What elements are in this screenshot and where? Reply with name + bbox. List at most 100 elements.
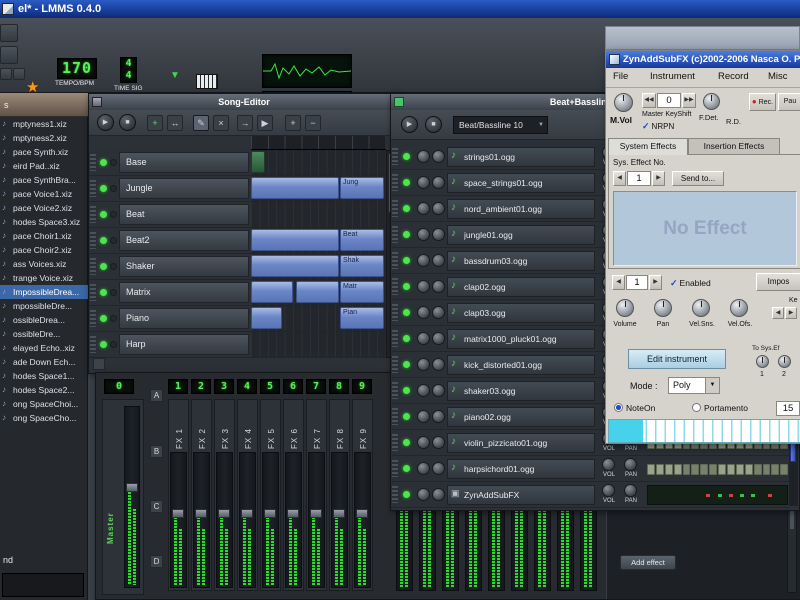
- solo-led[interactable]: [110, 211, 117, 218]
- list-item[interactable]: ♪pace Synth.xiz: [0, 145, 88, 159]
- track-knob[interactable]: [417, 254, 430, 267]
- portamento-radio[interactable]: Portamento: [692, 403, 748, 413]
- fader-handle[interactable]: [172, 509, 184, 518]
- beat-cell[interactable]: [709, 464, 717, 475]
- mode-select[interactable]: Poly ▼: [668, 377, 720, 394]
- channel-fader[interactable]: [262, 452, 279, 588]
- pause-button[interactable]: Pau: [778, 93, 800, 111]
- draw-mode-button[interactable]: ✎: [193, 115, 209, 131]
- list-item[interactable]: ♪pace SynthBra...: [0, 173, 88, 187]
- track-grip[interactable]: [90, 232, 96, 249]
- channel-fader[interactable]: [216, 452, 233, 588]
- track-timeline[interactable]: Shak: [251, 254, 386, 279]
- save-button[interactable]: [0, 68, 12, 80]
- mute-led[interactable]: [403, 335, 410, 342]
- mute-led[interactable]: [100, 289, 107, 296]
- channel-fader[interactable]: [170, 452, 187, 588]
- fader-handle[interactable]: [310, 509, 322, 518]
- master-volume-knob[interactable]: [614, 93, 633, 112]
- solo-led[interactable]: [110, 263, 117, 270]
- list-item[interactable]: ♪ong SpaceCho...: [0, 411, 88, 425]
- sys-send-2-knob[interactable]: [778, 355, 791, 368]
- keyshift-increment-icon[interactable]: ▶▶: [682, 93, 696, 108]
- instrument-name-button[interactable]: ♪violin_pizzicato01.ogg: [447, 433, 595, 453]
- beat-cell[interactable]: [656, 464, 664, 475]
- instrument-name-button[interactable]: ♪bassdrum03.ogg: [447, 251, 595, 271]
- track-knob[interactable]: [417, 202, 430, 215]
- pattern-segment[interactable]: [296, 281, 339, 303]
- track-knob[interactable]: [432, 332, 445, 345]
- list-item[interactable]: ♪mptyness2.xiz: [0, 131, 88, 145]
- export-button[interactable]: [13, 68, 25, 80]
- pattern-segment[interactable]: Pian: [340, 307, 384, 329]
- part-decrement-icon[interactable]: ◀: [612, 275, 625, 290]
- track-knob[interactable]: [432, 462, 445, 475]
- track-knob[interactable]: [417, 228, 430, 241]
- track-grip[interactable]: [392, 460, 398, 477]
- track-timeline[interactable]: Pian: [251, 306, 386, 331]
- track-knob[interactable]: [432, 202, 445, 215]
- track-grip[interactable]: [392, 304, 398, 321]
- track-knob[interactable]: [432, 436, 445, 449]
- track-grip[interactable]: [392, 200, 398, 217]
- track-timeline[interactable]: Beat: [251, 228, 386, 253]
- list-item[interactable]: ♪trange Voice.xiz: [0, 271, 88, 285]
- list-item[interactable]: ♪hodes Space3.xiz: [0, 215, 88, 229]
- menu-misc[interactable]: Misc: [768, 71, 788, 82]
- instrument-name-button[interactable]: ♪strings01.ogg: [447, 147, 595, 167]
- mute-led[interactable]: [100, 341, 107, 348]
- mute-led[interactable]: [403, 283, 410, 290]
- track-knob[interactable]: [432, 410, 445, 423]
- bank-button[interactable]: C: [150, 500, 163, 513]
- master-volume-knob[interactable]: ▼: [170, 70, 180, 81]
- list-item[interactable]: ♪ong SpaceChoi...: [0, 397, 88, 411]
- fx-channel[interactable]: 1FX 1: [168, 373, 190, 595]
- beat-cell[interactable]: [674, 464, 682, 475]
- record-button[interactable]: ● Rec.: [749, 93, 776, 111]
- beat-cell[interactable]: [780, 464, 788, 475]
- fader-handle[interactable]: [287, 509, 299, 518]
- fx-channel[interactable]: 9FX 9: [352, 373, 374, 595]
- pan-knob[interactable]: [624, 484, 637, 497]
- list-item[interactable]: ♪ImpossibleDrea...: [0, 285, 88, 299]
- noteon-radio[interactable]: NoteOn: [614, 403, 655, 413]
- track-name[interactable]: Jungle: [119, 178, 249, 199]
- fader-handle[interactable]: [333, 509, 345, 518]
- volume-knob[interactable]: [616, 299, 634, 317]
- mute-led[interactable]: [403, 361, 410, 368]
- mute-led[interactable]: [100, 263, 107, 270]
- sys-send-1-knob[interactable]: [756, 355, 769, 368]
- mute-led[interactable]: [403, 413, 410, 420]
- play-button[interactable]: ▶: [97, 114, 114, 131]
- drag-mode-button[interactable]: ↔: [167, 115, 183, 131]
- virtual-keyboard[interactable]: [608, 419, 800, 443]
- track-knob[interactable]: [432, 488, 445, 501]
- tab-insertion-effects[interactable]: Insertion Effects: [688, 138, 780, 155]
- fader-handle[interactable]: [195, 509, 207, 518]
- bank-button[interactable]: B: [150, 445, 163, 458]
- part-number[interactable]: 1: [626, 275, 648, 290]
- track-knob[interactable]: [432, 176, 445, 189]
- sidebar-footer-panel[interactable]: [2, 573, 84, 597]
- beat-cell[interactable]: [736, 464, 744, 475]
- mute-led[interactable]: [100, 159, 107, 166]
- beat-cell[interactable]: [718, 464, 726, 475]
- track-timeline[interactable]: [251, 202, 386, 227]
- track-knob[interactable]: [432, 306, 445, 319]
- volume-knob[interactable]: [602, 484, 615, 497]
- instrument-name-button[interactable]: ♪nord_ambient01.ogg: [447, 199, 595, 219]
- track-knob[interactable]: [417, 332, 430, 345]
- track-knob[interactable]: [417, 306, 430, 319]
- track-name[interactable]: Harp: [119, 334, 249, 355]
- fine-detune-knob[interactable]: [703, 93, 720, 110]
- track-grip[interactable]: [392, 356, 398, 373]
- track-grip[interactable]: [392, 252, 398, 269]
- velocity-sense-knob[interactable]: [692, 299, 710, 317]
- mute-led[interactable]: [403, 491, 410, 498]
- pattern-segment[interactable]: Beat: [340, 229, 384, 251]
- beat-cell[interactable]: [647, 464, 655, 475]
- track-knob[interactable]: [417, 488, 430, 501]
- pattern-segment[interactable]: [251, 151, 265, 173]
- pattern-segment[interactable]: [251, 255, 339, 277]
- add-effect-button[interactable]: Add effect: [620, 555, 676, 570]
